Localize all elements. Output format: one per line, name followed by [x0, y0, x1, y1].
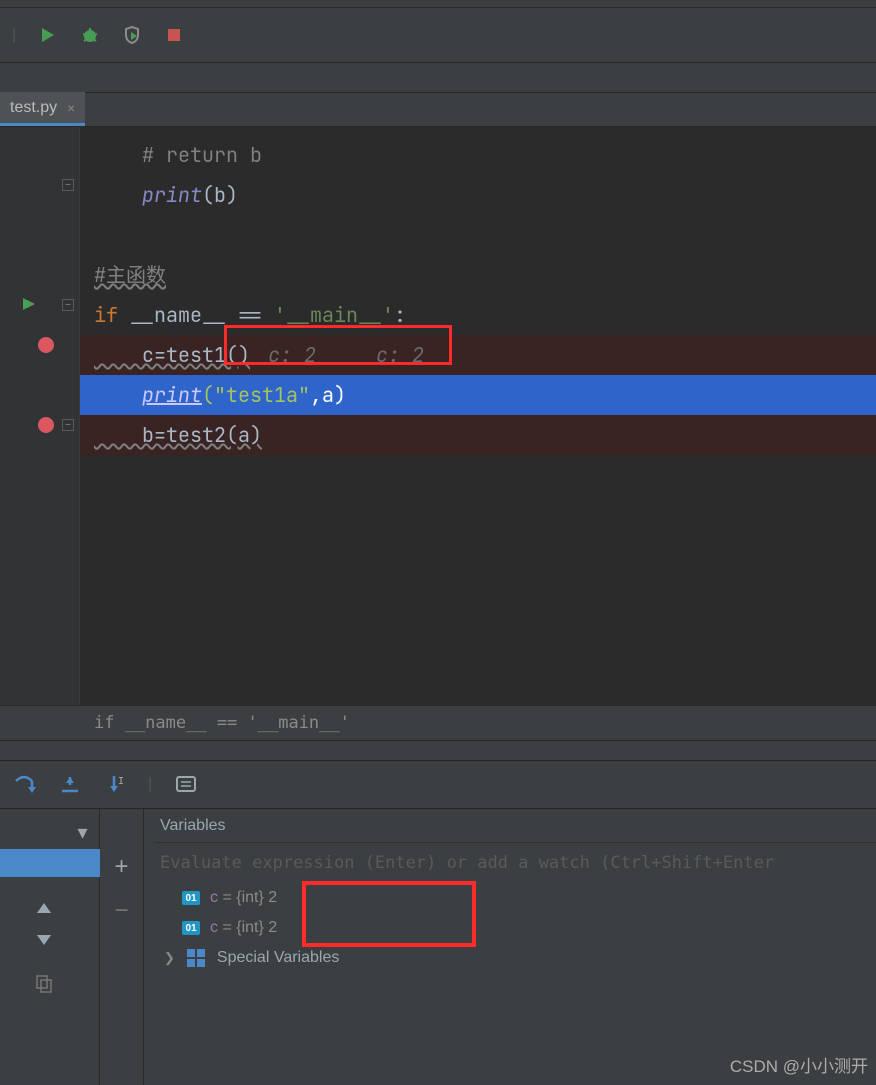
- toolbar-divider: |: [148, 776, 152, 794]
- file-tab-test-py[interactable]: test.py ×: [0, 92, 85, 126]
- selected-frame-bar[interactable]: [0, 849, 100, 877]
- int-type-icon: 01: [182, 891, 200, 905]
- variables-panel: Variables Evaluate expression (Enter) or…: [144, 809, 876, 1085]
- add-watch-icon[interactable]: +: [114, 853, 128, 881]
- watermark: CSDN @小小测开: [730, 1052, 868, 1077]
- editor-gutter[interactable]: − − −: [0, 127, 80, 705]
- evaluate-placeholder: Evaluate expression (Enter) or add a wat…: [160, 853, 774, 873]
- evaluate-icon[interactable]: [176, 776, 196, 794]
- toolbar-divider: |: [12, 26, 16, 44]
- breadcrumb-text: if __name__ == '__main__': [94, 713, 350, 733]
- inline-value-hint: c: 2 c: 2: [250, 342, 424, 368]
- fold-icon[interactable]: −: [62, 299, 74, 311]
- fold-icon[interactable]: −: [62, 179, 74, 191]
- separator: [0, 741, 876, 761]
- code-line: print(b): [94, 175, 876, 215]
- coverage-icon[interactable]: [122, 25, 142, 45]
- breakpoint-icon[interactable]: [38, 417, 54, 433]
- int-type-icon: 01: [182, 921, 200, 935]
- breakpoint-icon[interactable]: [38, 337, 54, 353]
- var-name: c: [210, 919, 218, 936]
- debug-toolbar: I |: [0, 761, 876, 809]
- remove-watch-icon[interactable]: −: [114, 897, 128, 925]
- copy-icon[interactable]: [0, 969, 100, 999]
- debug-panel: ▾ + − Variables Evaluate expression (Ent…: [0, 809, 876, 1085]
- code-line-breakpoint: c=test1()c: 2 c: 2: [80, 335, 876, 375]
- code-line-breakpoint: b=test2(a): [80, 415, 876, 455]
- run-gutter-icon[interactable]: [22, 297, 36, 311]
- main-toolbar: |: [0, 8, 876, 63]
- code-editor: − − − # return b print(b) #主函数 if __name…: [0, 127, 876, 705]
- special-variables-label: Special Variables: [217, 949, 339, 967]
- variables-side-buttons: + −: [100, 809, 144, 1085]
- var-value: = {int} 2: [218, 889, 277, 906]
- navigation-bar: [0, 63, 876, 93]
- fold-icon[interactable]: −: [62, 419, 74, 431]
- code-line-current: print("test1a",a): [80, 375, 876, 415]
- var-value: = {int} 2: [218, 919, 277, 936]
- chevron-right-icon: ❯: [164, 950, 175, 966]
- next-frame-icon[interactable]: [0, 925, 100, 955]
- run-icon[interactable]: [38, 25, 58, 45]
- variable-row[interactable]: 01 c = {int} 2: [154, 913, 876, 943]
- evaluate-input[interactable]: Evaluate expression (Enter) or add a wat…: [154, 843, 876, 883]
- step-over-icon[interactable]: [14, 775, 36, 795]
- step-into-my-icon[interactable]: I: [104, 774, 124, 796]
- variables-title: Variables: [154, 809, 876, 843]
- stop-icon[interactable]: [164, 25, 184, 45]
- code-line: [94, 215, 876, 255]
- menu-bar: [0, 0, 876, 8]
- grid-icon: [187, 949, 205, 967]
- step-into-icon[interactable]: [60, 775, 80, 795]
- variable-row[interactable]: 01 c = {int} 2: [154, 883, 876, 913]
- close-icon[interactable]: ×: [67, 100, 75, 116]
- code-line: if __name__ == '__main__':: [94, 295, 876, 335]
- svg-text:I: I: [118, 776, 124, 787]
- debug-icon[interactable]: [80, 25, 100, 45]
- var-name: c: [210, 889, 218, 906]
- breadcrumb[interactable]: if __name__ == '__main__': [0, 705, 876, 741]
- editor-tabs: test.py ×: [0, 93, 876, 127]
- code-text-area[interactable]: # return b print(b) #主函数 if __name__ == …: [80, 127, 876, 705]
- collapse-icon[interactable]: ▾: [0, 817, 100, 847]
- code-line: # return b: [94, 135, 876, 175]
- debug-side-controls: ▾: [0, 809, 100, 1085]
- code-line: #主函数: [94, 255, 876, 295]
- prev-frame-icon[interactable]: [0, 893, 100, 923]
- special-variables-row[interactable]: ❯ Special Variables: [154, 943, 876, 973]
- file-tab-label: test.py: [10, 99, 57, 117]
